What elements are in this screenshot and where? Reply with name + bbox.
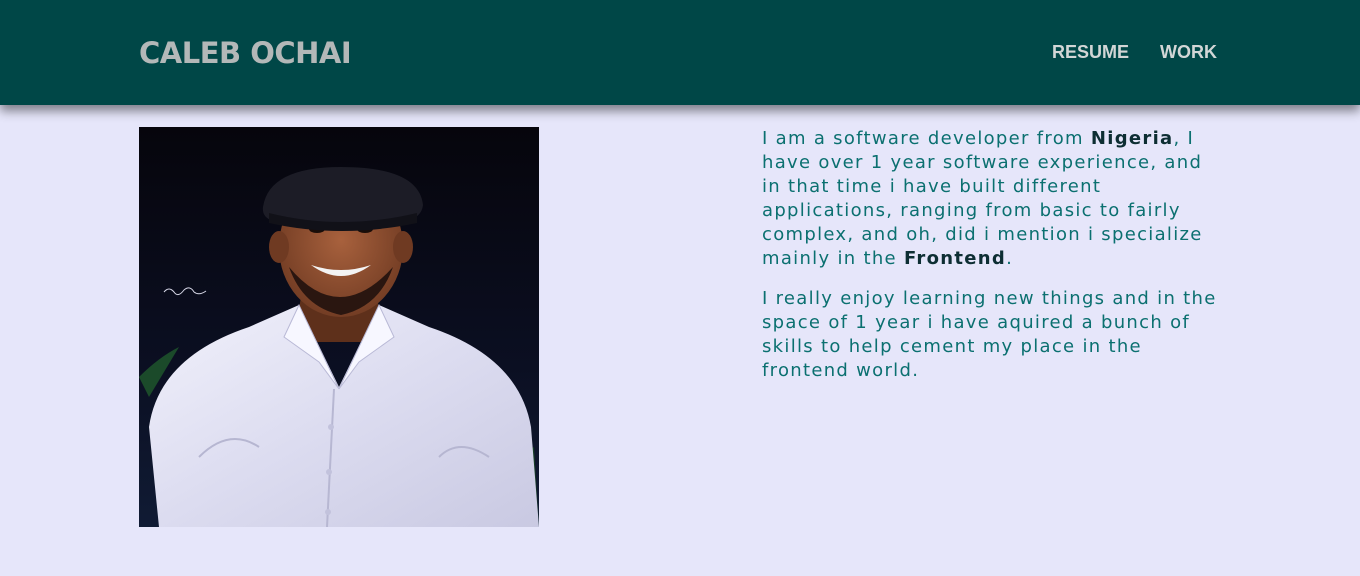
nav-links: RESUME WORK bbox=[1052, 38, 1217, 66]
bio-highlight-specialty: Frontend bbox=[903, 248, 1007, 269]
bio-text: . bbox=[1006, 248, 1014, 269]
nav-link-resume[interactable]: RESUME bbox=[1052, 38, 1129, 66]
bio-text: I am a software developer from bbox=[762, 128, 1091, 149]
bio-paragraph-2: I really enjoy learning new things and i… bbox=[762, 288, 1217, 381]
navbar: CALEB OCHAI RESUME WORK bbox=[0, 0, 1360, 105]
nav-link-work[interactable]: WORK bbox=[1160, 38, 1217, 66]
bio-section: I am a software developer from Nigeria, … bbox=[762, 127, 1222, 399]
bio-highlight-country: Nigeria bbox=[1090, 128, 1174, 149]
profile-photo bbox=[139, 127, 539, 527]
bio-paragraph-1: I am a software developer from Nigeria, … bbox=[762, 127, 1222, 271]
brand-logo[interactable]: CALEB OCHAI bbox=[139, 33, 352, 73]
